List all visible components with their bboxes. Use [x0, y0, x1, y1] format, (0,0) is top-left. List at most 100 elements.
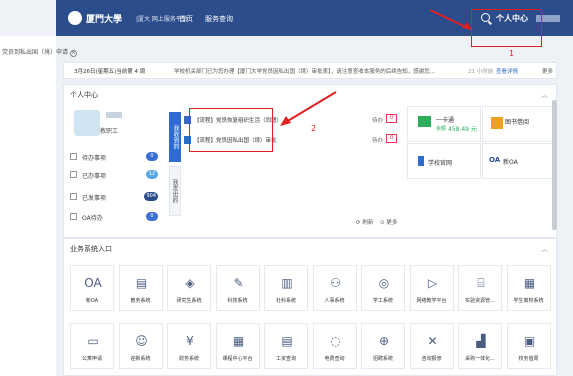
todo-icon [70, 153, 77, 160]
app-tile[interactable]: ▷ 网络教学平台 [409, 265, 454, 311]
app-icon: ▷ [427, 276, 438, 290]
library-icon [491, 117, 503, 129]
app-label: 学工系统 [372, 298, 393, 304]
more-label: 更多 [386, 220, 398, 226]
left-side-panel [0, 36, 56, 376]
app-label: 科技系统 [227, 298, 248, 304]
app-tile[interactable]: ▭ 公寓申请 [70, 323, 114, 369]
app-tile[interactable]: ▣ 校务值周 [506, 323, 551, 369]
app-label: 网络教学平台 [416, 298, 447, 304]
app-tile[interactable]: ⌸ 实验资源管... [458, 265, 502, 311]
app-icon: ◌ [330, 334, 341, 348]
app-label: 新OA [85, 298, 99, 304]
nav-service-query[interactable]: 服务查询 [205, 14, 233, 24]
oa-todo-icon [70, 213, 77, 220]
stat-oa-todo[interactable]: OA待办 0 [70, 211, 162, 223]
app-icon: ▭ [87, 334, 99, 348]
app-label: 公寓申请 [81, 356, 102, 362]
tile-school-website[interactable]: 学校官网 [407, 143, 481, 179]
app-icon: OA [84, 276, 102, 290]
annotation-box-1 [471, 9, 542, 47]
task-status: 待办 [372, 138, 384, 144]
app-tile[interactable]: ☺ 迎新系统 [118, 323, 163, 369]
app-tile[interactable]: ¥ 财务系统 [167, 323, 211, 369]
app-label: 采购一体化... [465, 356, 495, 362]
breadcrumb[interactable]: 党员到私出国（境）申请 × [2, 47, 78, 57]
stat-count: 12 [146, 170, 158, 179]
annotation-box-2 [189, 108, 273, 152]
notice-more-link[interactable]: 更多 [542, 67, 553, 75]
tile-new-oa[interactable]: OA 新OA [482, 143, 556, 179]
notice-text[interactable]: 学校机关部门已为您办理【厦门大学党员因私出国（境）审批表】，请注意查收本服务的后… [174, 67, 435, 75]
tile-value: 458.49 元 [448, 126, 477, 133]
view-detail-link[interactable]: 查看详情 [496, 67, 518, 75]
task-count: 0 [386, 134, 397, 143]
avatar [74, 110, 100, 136]
app-label: 招聘系统 [372, 356, 393, 362]
app-tile[interactable]: ⚇ 人事系统 [312, 265, 357, 311]
tile-sub: 余额 [436, 126, 447, 132]
app-icon: ☺ [135, 334, 148, 348]
app-tile[interactable]: ▤ 工资查询 [264, 323, 308, 369]
user-role: 教职工 [100, 128, 119, 135]
app-icon: ⌸ [477, 276, 485, 290]
app-tile[interactable]: ◈ 研究生系统 [167, 265, 211, 311]
app-tile[interactable]: ▤ 教务系统 [118, 265, 163, 311]
stat-todo[interactable]: 待办事项 0 [70, 151, 162, 163]
app-tile[interactable]: ◎ 学工系统 [361, 265, 405, 311]
app-label: 课程中心平台 [222, 356, 253, 362]
tab-received[interactable]: 我收到的 [169, 112, 181, 162]
app-icon: ▦ [523, 276, 536, 290]
app-tile[interactable]: ✎ 科技系统 [215, 265, 260, 311]
stat-done[interactable]: 已办事项 12 [70, 169, 162, 181]
app-label: 工资查询 [275, 356, 296, 362]
stat-count: 904 [144, 192, 158, 201]
collapse-chevron-icon[interactable]: ︿ [541, 90, 548, 100]
refresh-button[interactable]: ⟳ 刷新 [356, 218, 373, 226]
tile-title: 图书借阅 [505, 119, 530, 126]
app-icon: ▥ [281, 276, 293, 290]
app-icon: ◈ [185, 276, 195, 290]
task-count: 0 [386, 114, 397, 123]
app-label: 财务系统 [178, 356, 199, 362]
collapse-chevron-icon[interactable]: ︿ [541, 244, 548, 254]
notice-bar: 3月26日(星期五)当前第 4 周 学校机关部门已为您办理【厦门大学党员因私出国… [63, 62, 557, 79]
app-label: 校务值周 [518, 356, 539, 362]
app-label: 教务系统 [130, 298, 151, 304]
app-tile[interactable]: ▟ 采购一体化... [458, 323, 502, 369]
university-logo-text[interactable]: 厦門大學 [86, 12, 122, 25]
nav-home[interactable]: 首页 [179, 14, 193, 24]
app-icon: ✎ [233, 276, 244, 290]
refresh-label: 刷新 [362, 220, 374, 226]
tile-title: 一卡通 [436, 117, 455, 124]
app-tile[interactable]: ▦ 课程中心平台 [215, 323, 260, 369]
stat-count: 0 [146, 152, 158, 161]
stat-label: 已办事项 [82, 173, 107, 180]
tab-sent[interactable]: 我发出的 [169, 166, 181, 216]
app-icon: ▣ [523, 334, 536, 348]
business-system-title: 业务系统入口 [70, 245, 112, 253]
oa-icon: OA [489, 156, 501, 164]
tile-campus-card[interactable]: 一卡通 余额 458.49 元 [407, 106, 481, 142]
annotation-number-1: 1 [509, 49, 515, 58]
breadcrumb-label: 党员到私出国（境）申请 [2, 49, 69, 56]
app-label: 学生离校系统 [513, 298, 544, 304]
app-tile[interactable]: ▦ 学生离校系统 [506, 265, 551, 311]
app-icon: ⚇ [330, 276, 341, 290]
app-label: 社科系统 [275, 298, 296, 304]
app-tile[interactable]: OA 新OA [70, 265, 114, 311]
app-icon: ¥ [186, 334, 194, 348]
app-tile[interactable]: ✕ 咨询报修 [409, 323, 454, 369]
close-tab-icon[interactable]: × [70, 50, 78, 57]
app-icon: ▦ [232, 334, 245, 348]
scrollbar[interactable] [552, 100, 557, 230]
more-button[interactable]: ⊙ 更多 [380, 218, 397, 226]
sent-icon [70, 193, 77, 200]
app-icon: ⊕ [378, 334, 390, 348]
tile-library[interactable]: 图书借阅 [482, 106, 556, 142]
stat-sent[interactable]: 已发事项 904 [70, 191, 162, 203]
app-tile[interactable]: ▥ 社科系统 [264, 265, 308, 311]
stat-label: OA待办 [82, 215, 103, 222]
app-tile[interactable]: ⊕ 招聘系统 [361, 323, 405, 369]
app-tile[interactable]: ◌ 电费查询 [312, 323, 357, 369]
